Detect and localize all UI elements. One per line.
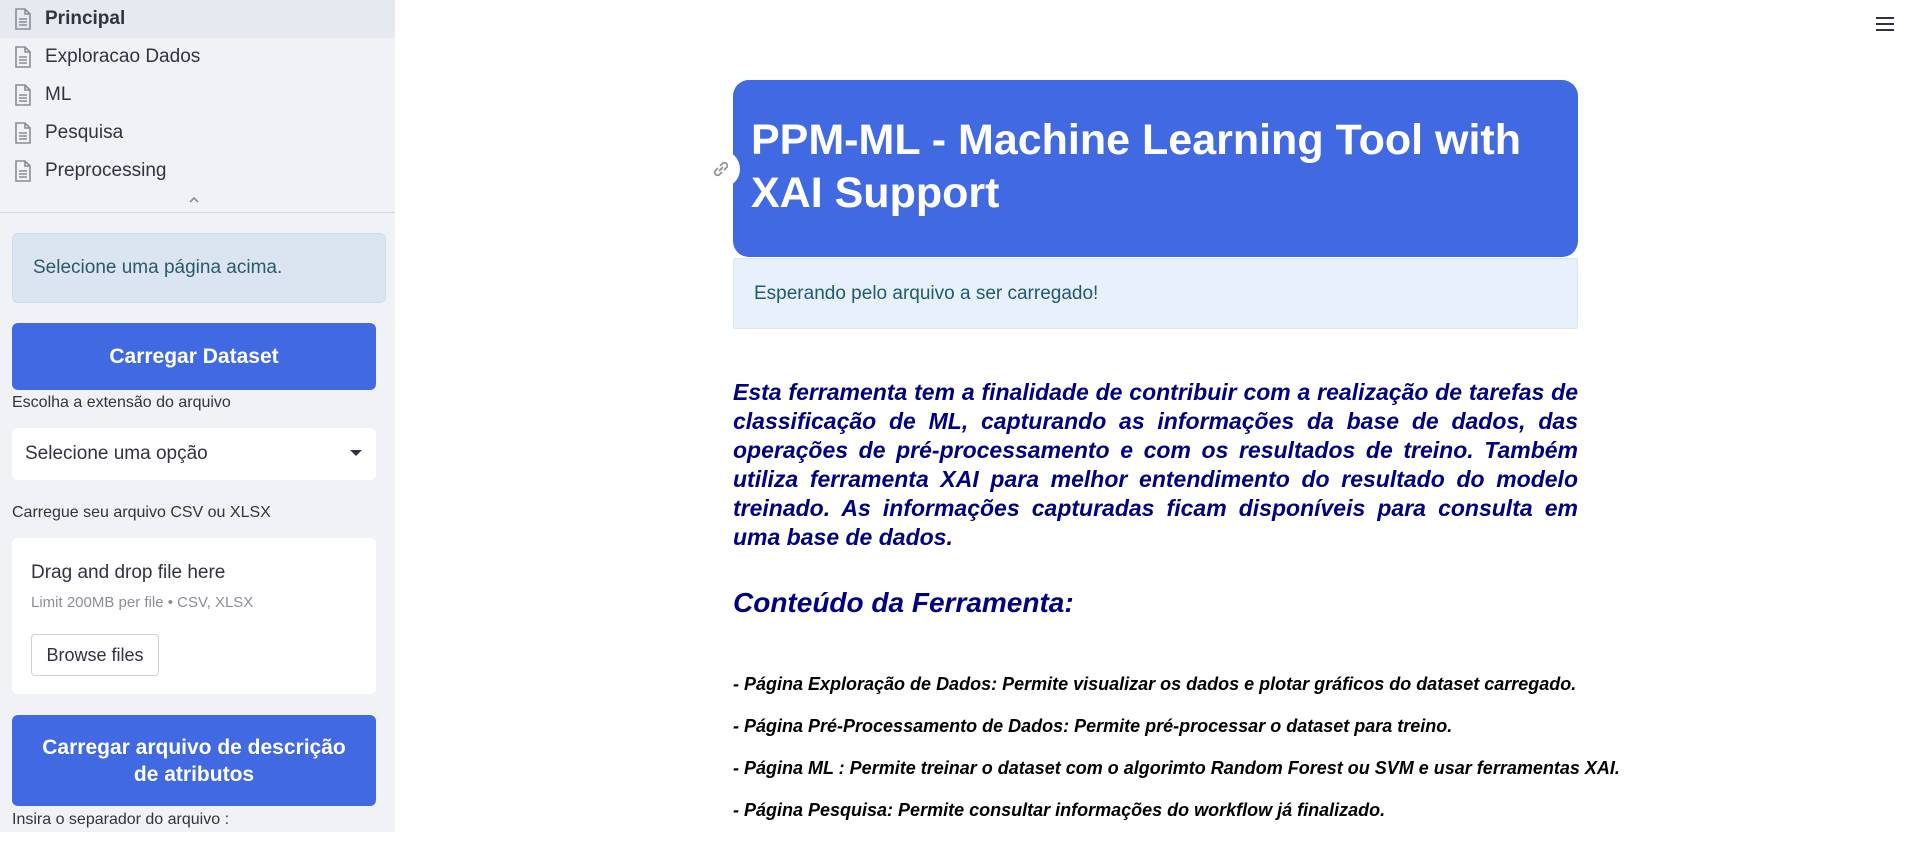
sidebar-item-label: ML (45, 84, 72, 105)
sidebar-item-label: Principal (45, 8, 126, 29)
extension-select-value: Selecione uma opção (25, 443, 208, 464)
sidebar: Principal Exploracao Dados ML Pesquisa P… (0, 0, 395, 832)
load-dataset-button[interactable]: Carregar Dataset (12, 323, 376, 390)
sidebar-item-exploracao-dados[interactable]: Exploracao Dados (0, 38, 395, 76)
load-description-button[interactable]: Carregar arquivo de descrição de atribut… (12, 715, 376, 806)
header-card: PPM-ML - Machine Learning Tool with XAI … (733, 80, 1578, 257)
sidebar-item-label: Preprocessing (45, 160, 167, 181)
sidebar-nav: Principal Exploracao Dados ML Pesquisa P… (0, 0, 395, 190)
dropzone-limit: Limit 200MB per file • CSV, XLSX (31, 594, 254, 611)
sidebar-item-preprocessing[interactable]: Preprocessing (0, 152, 395, 190)
sidebar-item-label: Exploracao Dados (45, 46, 201, 67)
list-item: - Página Pesquisa: Permite consultar inf… (733, 800, 1386, 820)
list-item: - Página ML : Permite treinar o dataset … (733, 758, 1620, 778)
browse-files-button[interactable]: Browse files (31, 634, 159, 676)
document-icon (14, 160, 32, 182)
extension-label: Escolha a extensão do arquivo (12, 394, 231, 411)
chevron-up-icon[interactable] (186, 194, 202, 206)
tool-description: Esta ferramenta tem a finalidade de cont… (733, 379, 1578, 550)
link-icon[interactable] (702, 150, 740, 188)
caret-down-icon (350, 450, 362, 456)
extension-select[interactable]: Selecione uma opção (12, 428, 376, 480)
sidebar-item-ml[interactable]: ML (0, 76, 395, 114)
upload-label: Carregue seu arquivo CSV ou XLSX (12, 504, 271, 521)
sidebar-item-principal[interactable]: Principal (0, 0, 395, 38)
page-title: PPM-ML - Machine Learning Tool with XAI … (751, 116, 1522, 217)
document-icon (14, 122, 32, 144)
list-item: - Página Exploração de Dados: Permite vi… (733, 674, 1577, 694)
sidebar-divider (0, 212, 395, 213)
dropzone-title: Drag and drop file here (31, 562, 226, 583)
document-icon (14, 8, 32, 30)
feature-list: - Página Exploração de Dados: Permite vi… (733, 673, 1633, 841)
file-dropzone[interactable]: Drag and drop file here Limit 200MB per … (12, 538, 376, 694)
section-title: Conteúdo da Ferramenta: (733, 587, 1074, 618)
separator-label: Insira o separador do arquivo : (12, 811, 230, 828)
status-message: Esperando pelo arquivo a ser carregado! (733, 258, 1578, 329)
document-icon (14, 46, 32, 68)
document-icon (14, 84, 32, 106)
hamburger-menu-icon[interactable] (1876, 16, 1894, 32)
list-item: - Página Pré-Processamento de Dados: Per… (733, 716, 1453, 736)
sidebar-info-message: Selecione uma página acima. (12, 233, 386, 303)
sidebar-item-label: Pesquisa (45, 122, 124, 143)
sidebar-item-pesquisa[interactable]: Pesquisa (0, 114, 395, 152)
